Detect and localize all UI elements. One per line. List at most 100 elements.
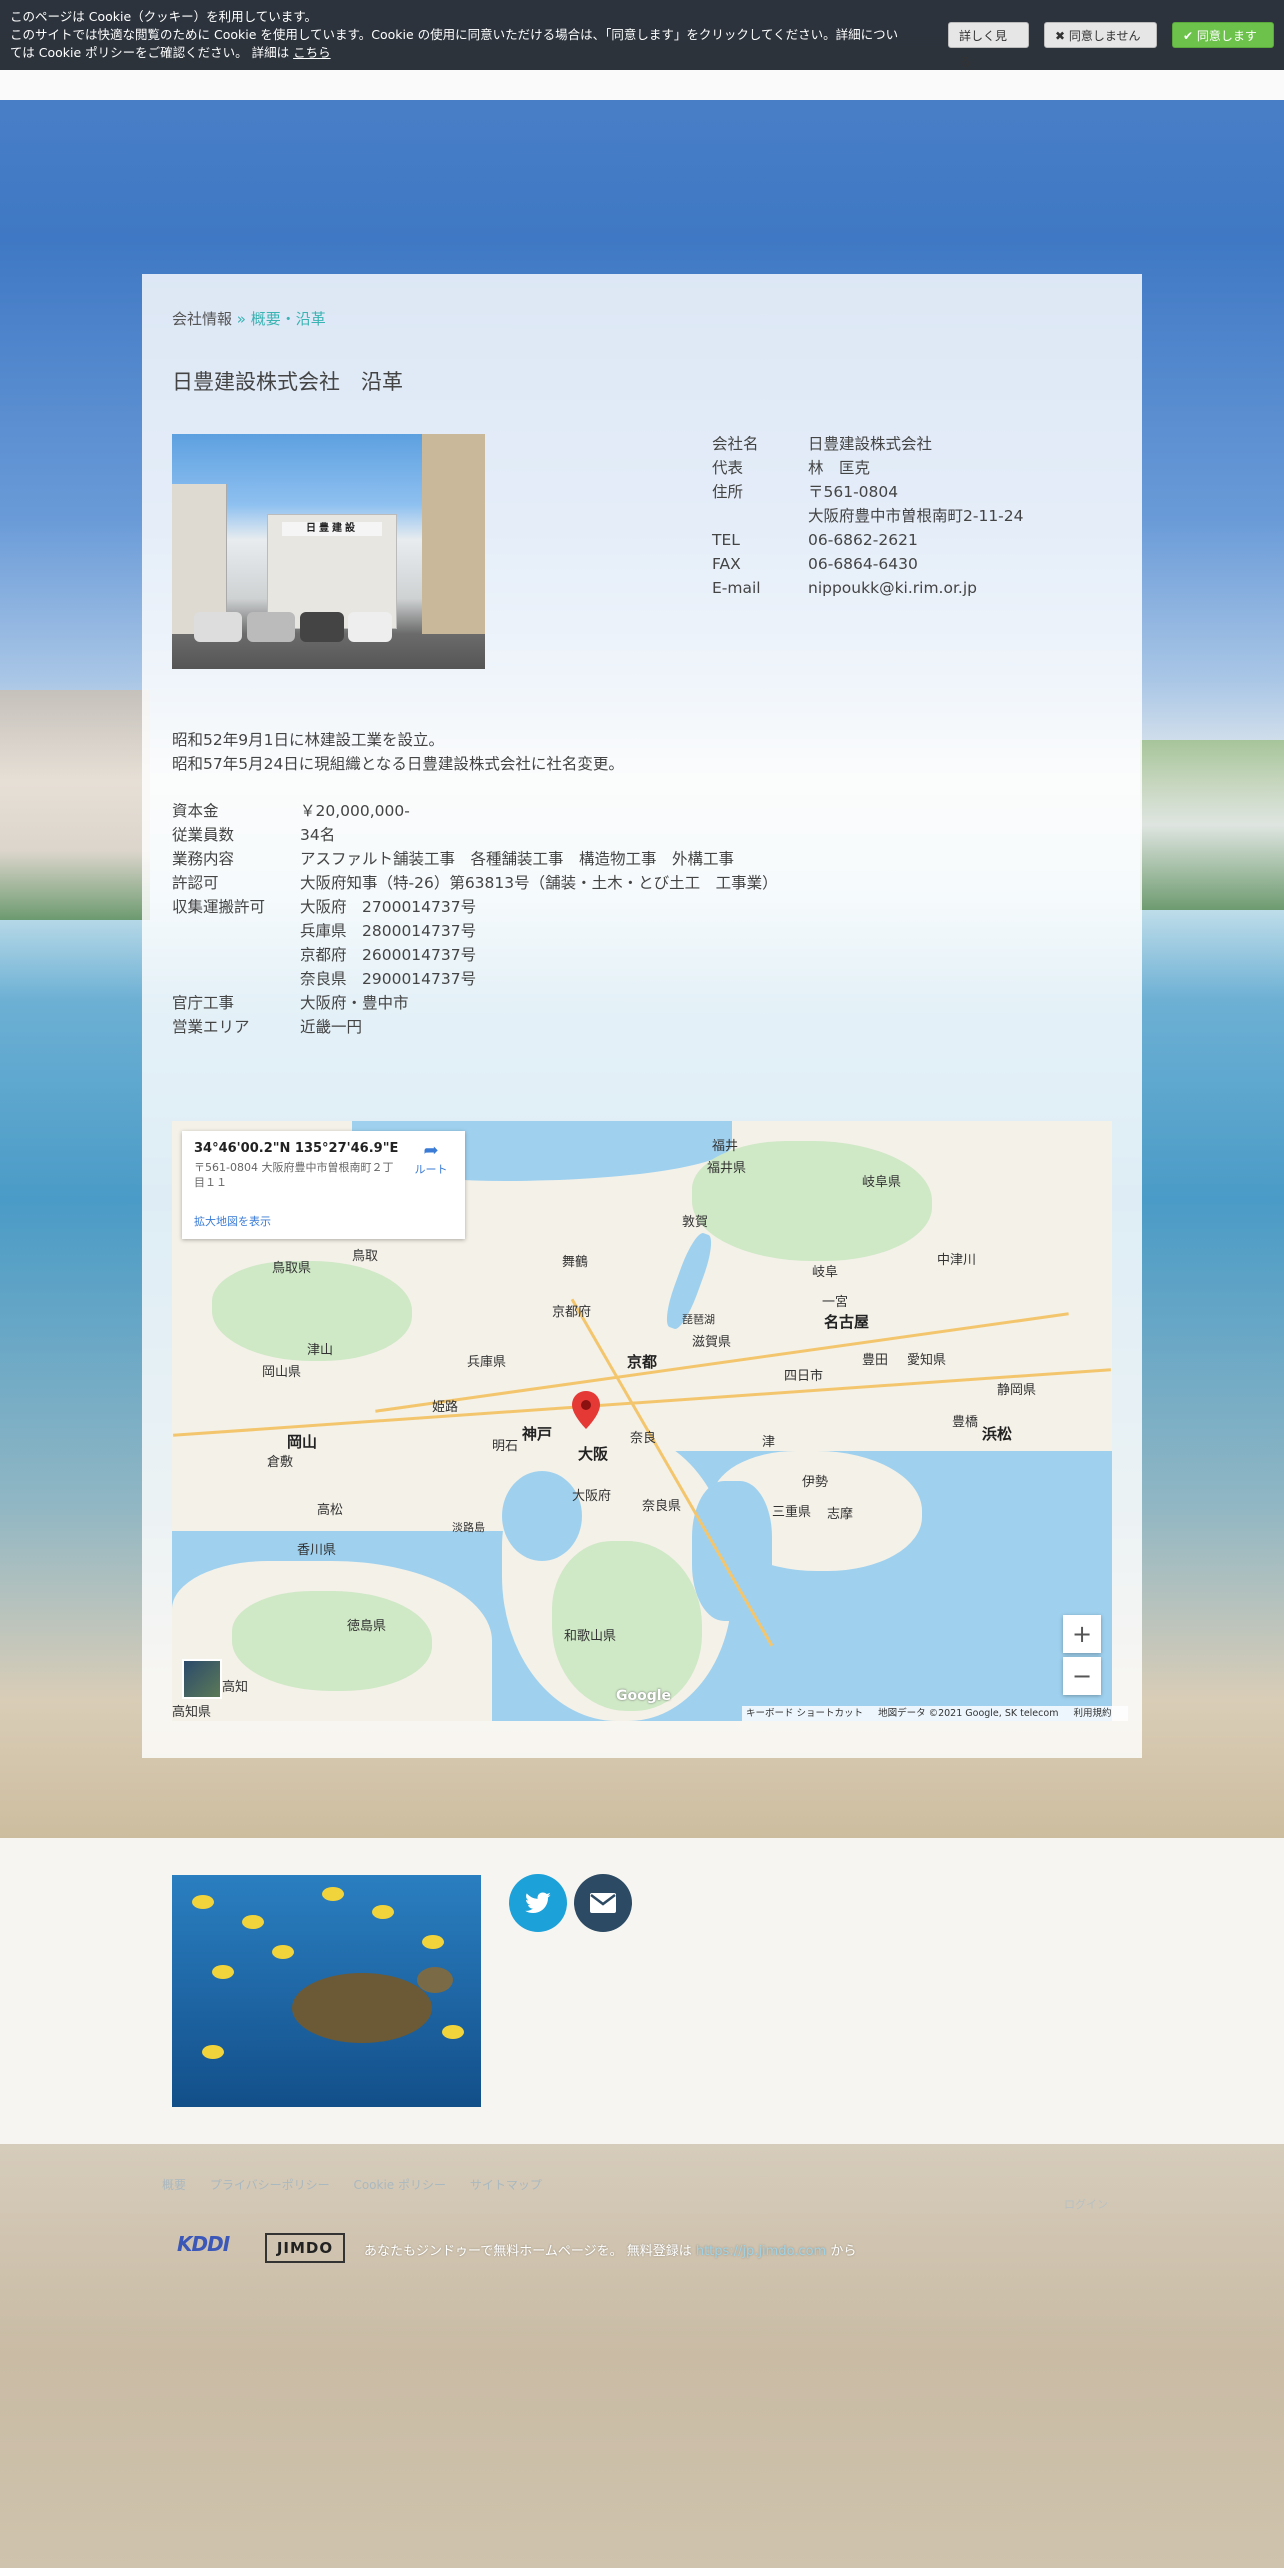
cookie-text: このページは Cookie（クッキー）を利用しています。 このサイトでは快適な閲… [10, 8, 910, 62]
fish-shape [192, 1895, 214, 1909]
spec-value: 大阪府・豊中市 [300, 994, 409, 1012]
info-row: TEL 06-6862-2621 [712, 528, 1048, 552]
info-key [712, 504, 808, 528]
page-title: 日豊建設株式会社 沿革 [172, 370, 403, 394]
info-row: 会社名 日豊建設株式会社 [712, 432, 1048, 456]
keyboard-shortcuts-link[interactable]: キーボード ショートカット [746, 1708, 863, 1719]
spec-value: 大阪府 2700014737号 [300, 898, 477, 916]
google-logo: Google [616, 1688, 672, 1704]
map-label: 岐阜県 [862, 1175, 902, 1190]
spec-value: ￥20,000,000- [300, 802, 410, 820]
promo-text: あなたもジンドゥーで無料ホームページを。 無料登録は [364, 2244, 692, 2259]
footer-link-cookie[interactable]: Cookie ポリシー [353, 2178, 446, 2192]
history-line: 昭和57年5月24日に現組織となる日豊建設株式会社に社名変更。 [172, 755, 624, 773]
company-history: 昭和52年9月1日に林建設工業を設立。 昭和57年5月24日に現組織となる日豊建… [172, 728, 624, 776]
cookie-details-link[interactable]: こちら [293, 45, 331, 60]
map-data-attribution: 地図データ ©2021 Google, SK telecom [878, 1708, 1059, 1719]
info-value: 〒561-0804 [808, 483, 899, 501]
map-label: 明石 [492, 1439, 519, 1454]
map-footer: キーボード ショートカット 地図データ ©2021 Google, SK tel… [742, 1706, 1128, 1721]
map-address: 〒561-0804 大阪府豊中市曽根南町２丁目１１ [194, 1161, 394, 1189]
spec-value: 34名 [300, 826, 336, 844]
promo-link[interactable]: https://jp.jimdo.com [696, 2244, 826, 2259]
map-label: 豊橋 [952, 1415, 979, 1430]
route-button[interactable]: ➦ ルート [408, 1141, 454, 1177]
info-key: 代表 [712, 459, 744, 477]
map-label: 高松 [317, 1503, 344, 1518]
cookie-more-button[interactable]: 詳しく見る [948, 22, 1029, 69]
map-label: 愛知県 [907, 1353, 947, 1368]
spec-key [172, 967, 300, 991]
map-label: 奈良 [630, 1431, 657, 1446]
footer-link-privacy[interactable]: プライバシーポリシー [210, 2178, 330, 2192]
zoom-in-button[interactable]: + [1063, 1615, 1101, 1653]
fish-shape [202, 2045, 224, 2059]
footer-link-sitemap[interactable]: サイトマップ [470, 2178, 542, 2192]
breadcrumb: 会社情報 » 概要・沿革 [172, 308, 326, 329]
map-label: 鳥取県 [272, 1261, 312, 1276]
cookie-decline-button[interactable]: ✖ 同意しません [1044, 22, 1157, 48]
cookie-banner: このページは Cookie（クッキー）を利用しています。 このサイトでは快適な閲… [0, 0, 1284, 70]
map-label: 津 [762, 1435, 776, 1450]
map-terms-link[interactable]: 利用規約 [1073, 1708, 1111, 1719]
info-value: 林 匡克 [808, 459, 871, 477]
twitter-icon[interactable] [509, 1874, 567, 1932]
jimdo-logo[interactable]: JIMDO [265, 2233, 345, 2263]
view-larger-map-link[interactable]: 拡大地図を表示 [194, 1213, 271, 1229]
map-pin-icon[interactable] [572, 1391, 600, 1429]
spec-key: 官庁工事 [172, 994, 235, 1012]
map-label: 徳島県 [347, 1619, 387, 1634]
mail-icon[interactable] [574, 1874, 632, 1932]
map-forest [232, 1591, 432, 1691]
map-label: 中津川 [937, 1253, 977, 1268]
spec-row: 京都府 2600014737号 [172, 943, 778, 967]
map-label: 福井県 [707, 1161, 747, 1176]
map-label: 敦賀 [682, 1215, 709, 1230]
map-label: 岡山県 [262, 1365, 302, 1380]
spec-row: 営業エリア 近畿一円 [172, 1015, 778, 1039]
map-label: 京都府 [552, 1305, 592, 1320]
map-osaka-bay [502, 1471, 582, 1561]
info-value: 大阪府豊中市曽根南町2-11-24 [808, 507, 1024, 525]
map-label: 四日市 [784, 1369, 824, 1384]
header-strip [0, 70, 1284, 100]
satellite-toggle[interactable] [182, 1659, 222, 1699]
footer-link-about[interactable]: 概要 [162, 2178, 186, 2192]
fish-shape [372, 1905, 394, 1919]
map-label: 奈良県 [642, 1499, 682, 1514]
map-label: 兵庫県 [467, 1355, 507, 1370]
spec-row: 許認可 大阪府知事（特-26）第63813号（舗装・土木・とび土工 工事業） [172, 871, 778, 895]
map-label: 鳥取 [352, 1249, 379, 1264]
map-label: 福井 [712, 1139, 739, 1154]
info-row: 大阪府豊中市曽根南町2-11-24 [712, 504, 1048, 528]
spec-value: 近畿一円 [300, 1018, 363, 1036]
zoom-out-button[interactable]: − [1063, 1657, 1101, 1695]
fish-shape [322, 1887, 344, 1901]
map-label: 高知県 [172, 1705, 212, 1720]
breadcrumb-separator: » [236, 310, 246, 328]
spec-row: 業務内容 アスファルト舗装工事 各種舗装工事 構造物工事 外構工事 [172, 847, 778, 871]
spec-key: 許認可 [172, 874, 219, 892]
breadcrumb-current[interactable]: 概要・沿革 [251, 310, 326, 328]
map-label: 静岡県 [997, 1383, 1037, 1398]
map-label: 滋賀県 [692, 1335, 732, 1350]
info-row: 住所 〒561-0804 [712, 480, 1048, 504]
company-building-photo: 日豊建設 [172, 434, 485, 669]
kddi-logo[interactable]: KDDI [177, 2232, 230, 2256]
info-row: FAX 06-6864-6430 [712, 552, 1048, 576]
login-link[interactable]: ログイン [1064, 2196, 1108, 2212]
cookie-accept-button[interactable]: ✔ 同意します [1172, 22, 1274, 48]
fish-shape [442, 2025, 464, 2039]
breadcrumb-parent[interactable]: 会社情報 [172, 310, 232, 328]
promo-tail: から [830, 2244, 857, 2259]
info-row: 代表 林 匡克 [712, 456, 1048, 480]
spec-value: アスファルト舗装工事 各種舗装工事 構造物工事 外構工事 [300, 850, 735, 868]
info-value: 06-6862-2621 [808, 531, 918, 549]
map-label: 淡路島 [452, 1521, 485, 1534]
photo-car [300, 612, 344, 642]
turtle-shell [292, 1973, 432, 2043]
map-label: 岡山 [287, 1433, 318, 1451]
spec-value: 兵庫県 2800014737号 [300, 922, 477, 940]
info-key: TEL [712, 531, 740, 549]
map-label: 志摩 [827, 1507, 854, 1522]
